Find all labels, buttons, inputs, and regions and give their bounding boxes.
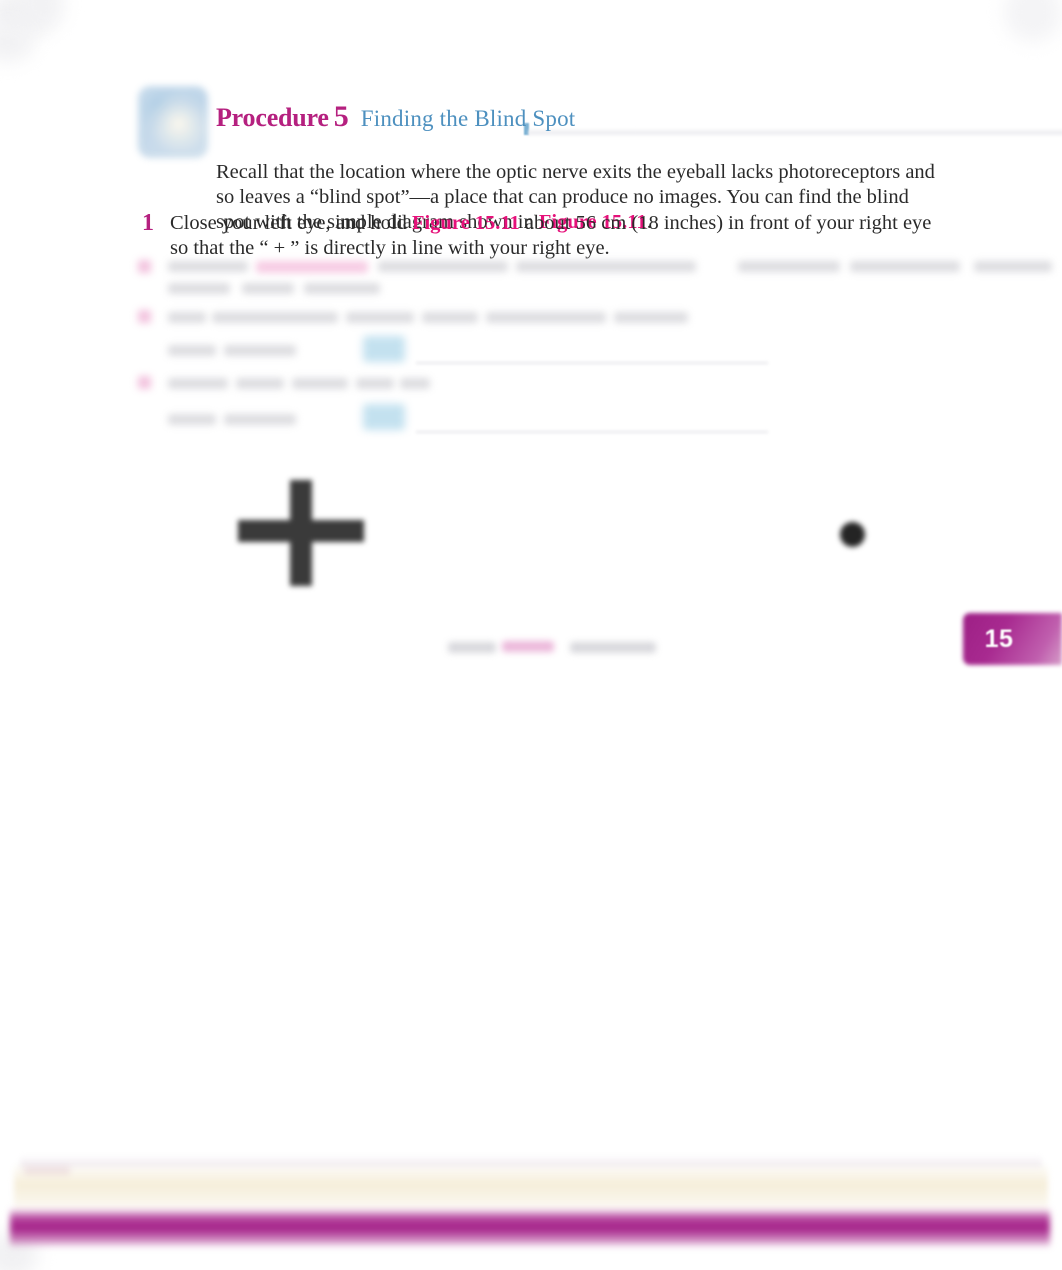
obscured-answer-label — [168, 345, 216, 356]
blind-spot-dot — [840, 522, 865, 547]
scan-artifact — [18, 0, 64, 32]
procedure-header: Procedure 5 Finding the Blind Spot — [138, 86, 1062, 158]
obscured-text-run — [356, 378, 394, 389]
obscured-text-run — [168, 283, 230, 294]
obscured-text-run — [486, 312, 606, 323]
answer-rule[interactable] — [416, 431, 768, 433]
chapter-number-label: 15 — [984, 624, 1014, 653]
obscured-answer-label — [224, 414, 296, 425]
procedure-word: Procedure — [216, 103, 329, 132]
obscured-text-run — [850, 261, 960, 272]
obscured-text-run — [242, 283, 294, 294]
obscured-caption-run — [570, 642, 656, 653]
obscured-text-run — [400, 378, 430, 389]
obscured-text-run — [168, 378, 228, 389]
figure-caption — [448, 638, 668, 660]
procedure-number: 5 — [333, 100, 349, 133]
obscured-text-run — [378, 261, 508, 272]
obscured-text-run — [738, 261, 840, 272]
procedure-step-4 — [138, 376, 948, 448]
answer-fill-box[interactable] — [363, 336, 405, 362]
figure-reference-link[interactable]: Figure 15.11 — [412, 212, 520, 234]
answer-fill-box[interactable] — [363, 404, 405, 430]
plus-cross-mark — [238, 480, 364, 586]
scan-artifact — [0, 22, 34, 62]
obscured-text-run — [422, 312, 478, 323]
scan-artifact — [1004, 0, 1062, 42]
footer-band-magenta — [10, 1208, 1050, 1248]
obscured-text-run — [304, 283, 380, 294]
obscured-text-run — [346, 312, 414, 323]
obscured-figure-reference — [256, 261, 368, 273]
page-title: Procedure 5 Finding the Blind Spot — [216, 100, 575, 134]
obscured-text-run — [516, 261, 696, 272]
step-text-part1: Close your left eye, and hold — [170, 212, 412, 234]
obscured-answer-label — [168, 414, 216, 425]
microscope-lab-icon — [138, 86, 208, 158]
obscured-text-run — [614, 312, 688, 323]
obscured-caption-figure-number — [502, 641, 554, 652]
cross-vertical-bar — [290, 480, 312, 586]
step-text: Close your left eye, and hold Figure 15.… — [170, 211, 948, 261]
procedure-step-1: 1 Close your left eye, and hold Figure 1… — [138, 208, 948, 261]
obscured-text-run — [212, 312, 338, 323]
obscured-caption-run — [448, 642, 496, 653]
step-number-marker — [138, 310, 151, 323]
procedure-subtitle: Finding the Blind Spot — [360, 106, 576, 131]
obscured-text-run — [168, 312, 206, 323]
step-number-marker — [138, 376, 151, 389]
document-page: Procedure 5 Finding the Blind Spot Recall … — [0, 0, 1062, 1270]
procedure-step-3 — [138, 310, 948, 384]
obscured-text-run — [292, 378, 348, 389]
header-rule — [528, 128, 1062, 137]
obscured-text-run — [168, 261, 248, 272]
step-number-marker — [138, 260, 151, 273]
answer-rule[interactable] — [416, 362, 768, 364]
obscured-text-run — [236, 378, 284, 389]
footer-band-cream — [14, 1163, 1048, 1213]
scan-artifact — [0, 0, 46, 36]
procedure-step-2 — [138, 260, 1052, 302]
step-number: 1 — [142, 210, 154, 236]
obscured-answer-label — [224, 345, 296, 356]
obscured-text-run — [974, 261, 1052, 272]
